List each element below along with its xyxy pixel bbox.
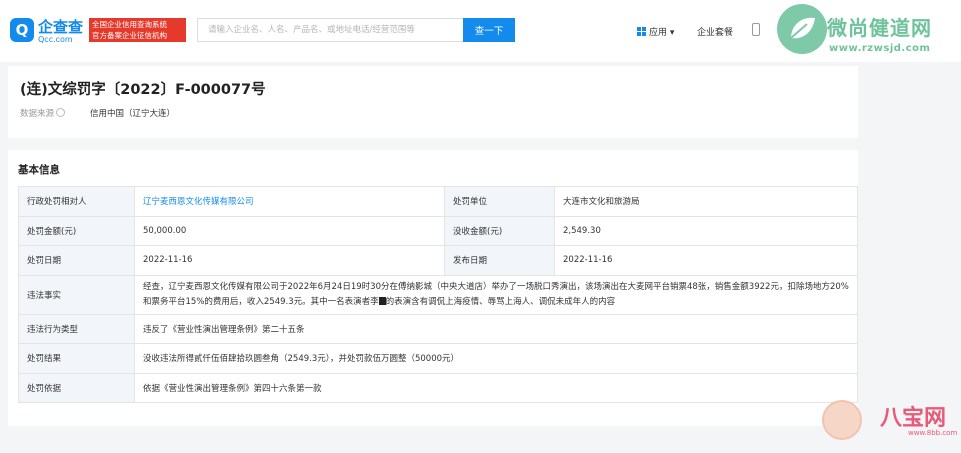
facts-text-b: 的表演含有调侃上海疫情、辱骂上海人、调侃未成年人的内容 <box>385 296 616 307</box>
basis-label: 处罚依据 <box>18 372 135 403</box>
search-button[interactable]: 查一下 <box>463 18 515 42</box>
badge-line-2: 官方备案企业征信机构 <box>92 31 167 40</box>
violation-type-label: 违法行为类型 <box>18 313 135 344</box>
watermark-site-url: www.rzwsjd.com <box>829 43 931 54</box>
watermark-bottom-name: 八宝网 <box>880 406 947 431</box>
table-row: 违法行为类型 违反了《营业性演出管理条例》第二十五条 <box>18 313 858 344</box>
date-value: 2022-11-16 <box>134 245 445 276</box>
facts-label: 违法事实 <box>18 274 135 315</box>
watermark-site-name: 微尚健道网 <box>827 16 932 40</box>
search-input[interactable] <box>197 18 463 42</box>
table-row: 行政处罚相对人 辽宁麦西恩文化传媒有限公司 处罚单位 大连市文化和旅游局 <box>18 186 858 217</box>
nav-apps-menu[interactable]: 应用 ▾ <box>637 25 674 38</box>
confiscated-label: 没收金额(元) <box>444 215 555 246</box>
basic-info-table: 行政处罚相对人 辽宁麦西恩文化传媒有限公司 处罚单位 大连市文化和旅游局 处罚金… <box>18 186 858 403</box>
logo-name: 企查查 <box>38 18 84 36</box>
section-title: 基本信息 <box>18 164 60 176</box>
confiscated-value: 2,549.30 <box>554 215 858 246</box>
party-link[interactable]: 辽宁麦西恩文化传媒有限公司 <box>134 186 445 217</box>
table-row: 处罚依据 依据《营业性演出管理条例》第四十六条第一款 <box>18 372 858 403</box>
amount-label: 处罚金额(元) <box>18 215 135 246</box>
party-label: 行政处罚相对人 <box>18 186 135 217</box>
search-bar: 查一下 <box>197 18 515 42</box>
table-row: 处罚结果 没收违法所得贰仟伍佰肆拾玖圆叁角（2549.3元），并处罚款伍万圆整（… <box>18 343 858 374</box>
chevron-down-icon: ▾ <box>667 28 675 38</box>
result-label: 处罚结果 <box>18 343 135 374</box>
unit-label: 处罚单位 <box>444 186 555 217</box>
result-value: 没收违法所得贰仟伍佰肆拾玖圆叁角（2549.3元），并处罚款伍万圆整（50000… <box>134 343 858 374</box>
watermark-bottom-url: www.8bb.com <box>908 429 958 437</box>
watermark-bottom: 八宝网 www.8bb.com <box>820 386 961 453</box>
data-source-label: 数据来源 <box>20 107 67 119</box>
nav-apps-label: 应用 <box>649 28 668 38</box>
leaf-icon <box>790 17 815 39</box>
nav-enterprise-package[interactable]: 企业套餐 <box>697 25 733 38</box>
apps-grid-icon <box>637 27 646 36</box>
badge-line-1: 全国企业信用查询系统 <box>92 20 167 29</box>
watermark-top: 微尚健道网 www.rzwsjd.com <box>777 4 961 60</box>
publish-label: 发布日期 <box>444 245 555 276</box>
official-badge: 全国企业信用查询系统 官方备案企业征信机构 <box>89 18 186 42</box>
amount-value: 50,000.00 <box>134 215 445 246</box>
table-row: 处罚日期 2022-11-16 发布日期 2022-11-16 <box>18 245 858 276</box>
violation-type-value: 违反了《营业性演出管理条例》第二十五条 <box>134 313 858 344</box>
redaction-mark <box>378 296 386 305</box>
watermark-leaf-logo <box>777 4 827 54</box>
table-row: 处罚金额(元) 50,000.00 没收金额(元) 2,549.30 <box>18 215 858 246</box>
logo-url: Qcc.com <box>38 35 73 44</box>
document-header-card: (连)文综罚字〔2022〕F-000077号 数据来源 信用中国（辽宁大连） <box>8 66 858 138</box>
baby-face-icon <box>822 400 862 440</box>
qcc-logo[interactable]: Q 企查查 Qcc.com <box>10 16 90 46</box>
page-title: (连)文综罚字〔2022〕F-000077号 <box>20 82 266 98</box>
unit-value: 大连市文化和旅游局 <box>554 186 858 217</box>
date-label: 处罚日期 <box>18 245 135 276</box>
basic-info-card: 基本信息 行政处罚相对人 辽宁麦西恩文化传媒有限公司 处罚单位 大连市文化和旅游… <box>8 150 858 426</box>
info-icon[interactable] <box>56 108 66 117</box>
logo-mark-icon: Q <box>10 18 34 42</box>
data-source-value: 信用中国（辽宁大连） <box>90 109 176 119</box>
publish-value: 2022-11-16 <box>554 245 858 276</box>
facts-value: 经查，辽宁麦西恩文化传媒有限公司于2022年6月24日19时30分在傅纳影城（中… <box>134 274 858 315</box>
basis-value: 依据《营业性演出管理条例》第四十六条第一款 <box>134 372 858 403</box>
mobile-phone-icon[interactable] <box>752 23 760 36</box>
table-row: 违法事实 经查，辽宁麦西恩文化传媒有限公司于2022年6月24日19时30分在傅… <box>18 274 858 315</box>
data-source-text: 数据来源 <box>20 109 55 119</box>
